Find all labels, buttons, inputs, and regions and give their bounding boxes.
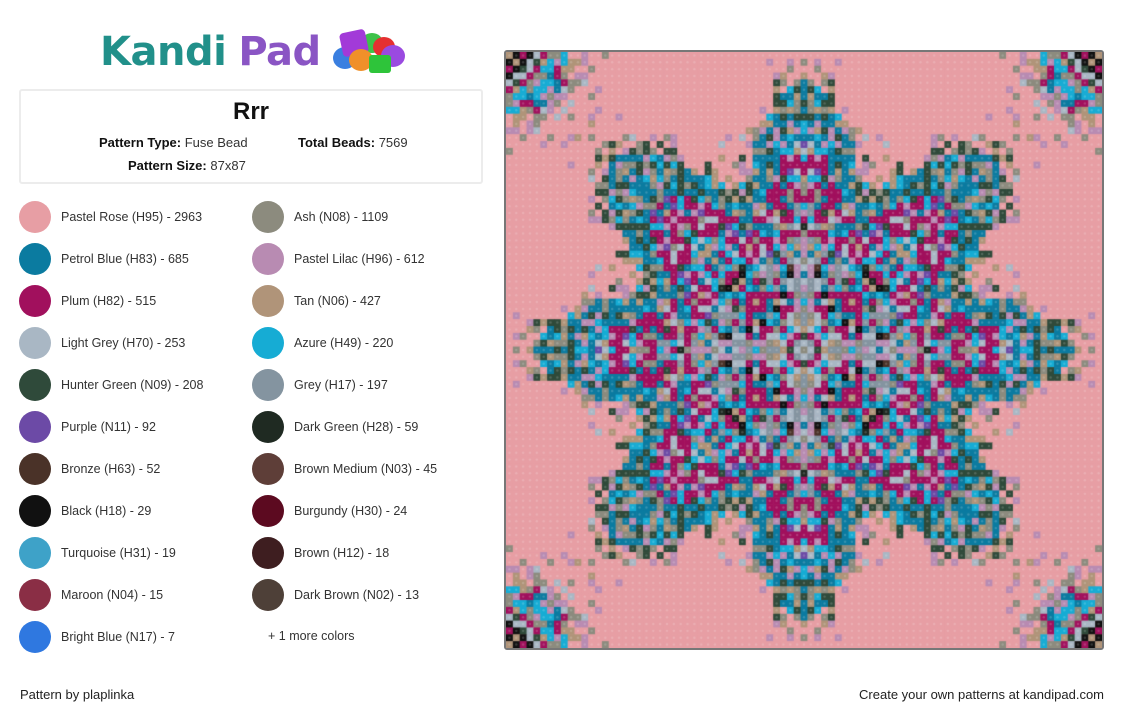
color-swatch [19, 201, 51, 233]
legend-item: Brown (H12) - 18 [252, 536, 389, 570]
color-swatch [19, 369, 51, 401]
color-swatch [252, 411, 284, 443]
color-swatch [252, 369, 284, 401]
legend-label: Black (H18) - 29 [61, 504, 152, 518]
more-colors-link[interactable]: + 1 more colors [268, 629, 355, 643]
color-swatch [252, 579, 284, 611]
color-swatch [19, 327, 51, 359]
legend-item: Brown Medium (N03) - 45 [252, 452, 437, 486]
legend-label: Tan (N06) - 427 [294, 294, 381, 308]
legend-label: Dark Green (H28) - 59 [294, 420, 419, 434]
legend-label: Plum (H82) - 515 [61, 294, 157, 308]
pattern-credit: Pattern by plaplinka [20, 687, 135, 702]
legend-label: Pastel Rose (H95) - 2963 [61, 210, 203, 224]
legend-label: Brown Medium (N03) - 45 [294, 462, 438, 476]
pattern-size: Pattern Size: 87x87 [128, 158, 246, 173]
color-swatch [19, 537, 51, 569]
legend-label: Grey (H17) - 197 [294, 378, 388, 392]
logo-text-pad: Pad [238, 29, 321, 75]
total-beads-value: 7569 [378, 135, 408, 150]
legend-label: Turquoise (H31) - 19 [61, 546, 176, 560]
legend-item: Grey (H17) - 197 [252, 368, 388, 402]
kandipad-promo-link[interactable]: Create your own patterns at kandipad.com [859, 687, 1104, 702]
color-swatch [19, 411, 51, 443]
logo-text-kandi: Kandi [100, 29, 227, 75]
color-swatch [19, 621, 51, 653]
legend-label: Hunter Green (N09) - 208 [61, 378, 204, 392]
legend-item: Dark Brown (N02) - 13 [252, 578, 419, 612]
legend-item: Ash (N08) - 1109 [252, 200, 388, 234]
legend-label: Bronze (H63) - 52 [61, 462, 161, 476]
legend-label: Burgundy (H30) - 24 [294, 504, 408, 518]
kandipad-logo[interactable]: Kandi Pad [100, 24, 410, 80]
pattern-info-card: Rrr Pattern Type: Fuse Bead Total Beads:… [19, 89, 483, 184]
legend-item: Light Grey (H70) - 253 [19, 326, 185, 360]
legend-item: Maroon (N04) - 15 [19, 578, 163, 612]
beads-icon [331, 27, 410, 77]
color-swatch [252, 327, 284, 359]
legend-item: Plum (H82) - 515 [19, 284, 156, 318]
color-swatch [252, 285, 284, 317]
pattern-size-label: Pattern Size: [128, 158, 207, 173]
legend-item: Pastel Rose (H95) - 2963 [19, 200, 202, 234]
legend-label: Maroon (N04) - 15 [61, 588, 164, 602]
color-swatch [252, 537, 284, 569]
total-beads-label: Total Beads: [298, 135, 376, 150]
pattern-type-value: Fuse Bead [184, 135, 248, 150]
color-swatch [19, 285, 51, 317]
legend-item: Bright Blue (N17) - 7 [19, 620, 175, 654]
legend-item: Dark Green (H28) - 59 [252, 410, 418, 444]
color-swatch [19, 579, 51, 611]
legend-label: Dark Brown (N02) - 13 [294, 588, 420, 602]
color-swatch [19, 495, 51, 527]
color-swatch [252, 243, 284, 275]
legend-item: Black (H18) - 29 [19, 494, 151, 528]
pattern-type: Pattern Type: Fuse Bead [99, 135, 248, 150]
legend-item: Tan (N06) - 427 [252, 284, 381, 318]
pattern-title: Rrr [232, 98, 269, 125]
legend-item: Bronze (H63) - 52 [19, 452, 160, 486]
legend-label: Pastel Lilac (H96) - 612 [294, 252, 425, 266]
legend-item: Azure (H49) - 220 [252, 326, 393, 360]
legend-label: Bright Blue (N17) - 7 [61, 630, 175, 644]
legend-item: Turquoise (H31) - 19 [19, 536, 176, 570]
color-swatch [19, 243, 51, 275]
color-swatch [19, 453, 51, 485]
bead-grid-canvas[interactable] [506, 52, 1102, 648]
legend-label: Petrol Blue (H83) - 685 [61, 252, 189, 266]
legend-item: Burgundy (H30) - 24 [252, 494, 407, 528]
legend-item: Purple (N11) - 92 [19, 410, 156, 444]
total-beads: Total Beads: 7569 [298, 135, 408, 150]
legend-item: Petrol Blue (H83) - 685 [19, 242, 189, 276]
pattern-size-value: 87x87 [210, 158, 246, 173]
color-swatch [252, 453, 284, 485]
legend-label: Light Grey (H70) - 253 [61, 336, 186, 350]
legend-label: Brown (H12) - 18 [294, 546, 390, 560]
pattern-type-label: Pattern Type: [99, 135, 182, 150]
legend-item: Hunter Green (N09) - 208 [19, 368, 203, 402]
color-swatch [252, 201, 284, 233]
legend-label: Azure (H49) - 220 [294, 336, 394, 350]
legend-label: Ash (N08) - 1109 [294, 210, 389, 224]
legend-label: Purple (N11) - 92 [61, 420, 156, 434]
legend-item: Pastel Lilac (H96) - 612 [252, 242, 425, 276]
bead-pattern-preview[interactable] [504, 50, 1104, 650]
color-swatch [252, 495, 284, 527]
